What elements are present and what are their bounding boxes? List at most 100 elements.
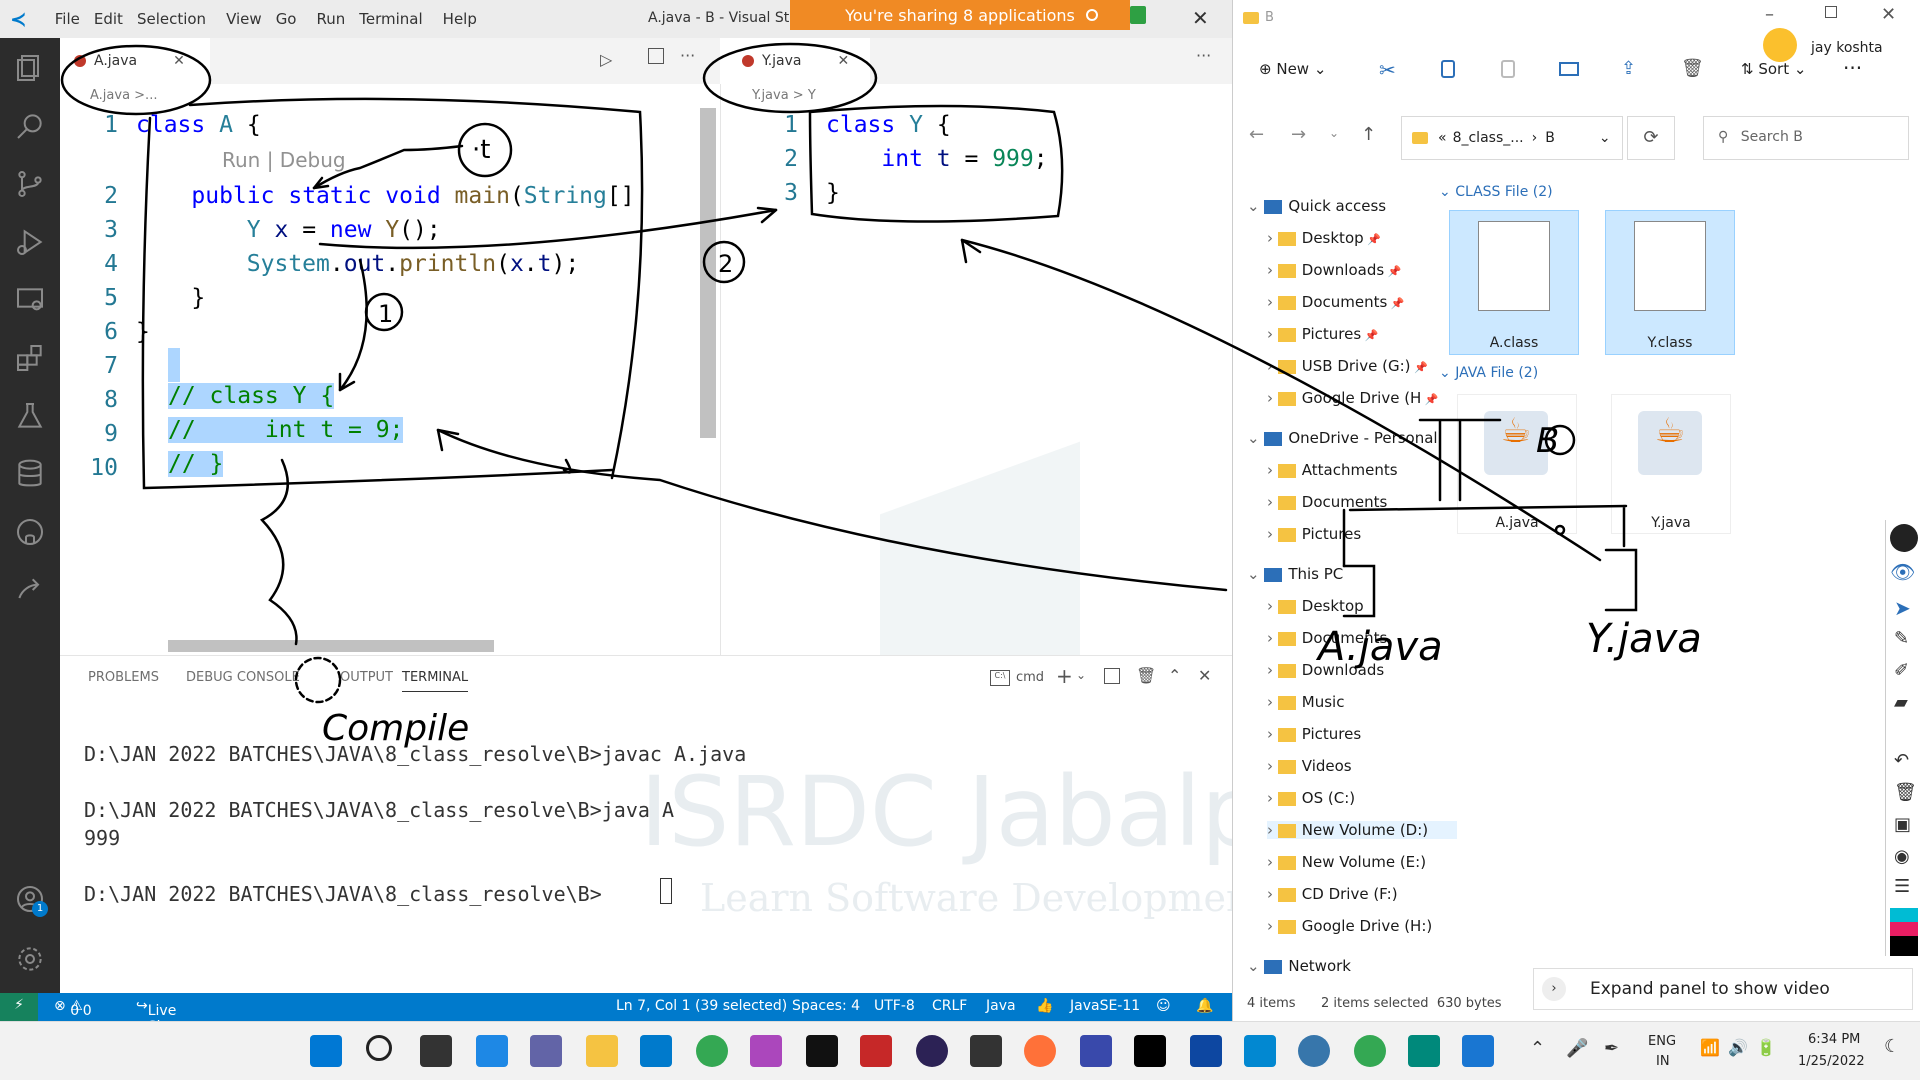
nav-item[interactable]: › Videos bbox=[1267, 757, 1352, 775]
nav-item[interactable]: › Pictures bbox=[1267, 525, 1361, 543]
menu-go[interactable]: Go bbox=[276, 10, 297, 28]
windows-start-icon[interactable] bbox=[310, 1035, 342, 1067]
chevron-right-icon[interactable]: › bbox=[1267, 789, 1278, 807]
copy-icon[interactable] bbox=[1441, 60, 1455, 78]
chevron-down-icon[interactable]: ⌄ bbox=[1247, 565, 1264, 583]
forward-arrow-icon[interactable]: → bbox=[1291, 124, 1306, 145]
refresh-button[interactable]: ⟳ bbox=[1627, 116, 1675, 160]
battery-icon[interactable]: 🔋 bbox=[1756, 1038, 1776, 1057]
testing-icon[interactable] bbox=[14, 400, 46, 432]
menu-help[interactable]: Help bbox=[443, 10, 477, 28]
share-icon[interactable]: ⇪ bbox=[1621, 58, 1636, 79]
microphone-icon[interactable]: 🎤 bbox=[1566, 1038, 1588, 1059]
highlighter-icon[interactable]: ✐ bbox=[1894, 660, 1909, 681]
terminal-shell-label[interactable]: cmd bbox=[1016, 670, 1044, 685]
thumbs-up-icon[interactable]: 👍 bbox=[1036, 998, 1053, 1014]
chevron-right-icon[interactable]: › bbox=[1267, 725, 1278, 743]
account-icon[interactable]: 1 bbox=[14, 883, 48, 917]
cursor-icon[interactable]: ➤ bbox=[1894, 596, 1911, 620]
maximize-panel-icon[interactable]: ⌃ bbox=[1168, 666, 1181, 685]
tab-terminal[interactable]: TERMINAL bbox=[402, 670, 469, 692]
pycharm-icon[interactable] bbox=[1134, 1035, 1166, 1067]
tab-problems[interactable]: PROBLEMS bbox=[88, 670, 159, 685]
search-icon[interactable] bbox=[14, 110, 46, 142]
new-button[interactable]: ⊕ New ⌄ bbox=[1259, 60, 1326, 78]
delete-icon[interactable]: 🗑 bbox=[1681, 58, 1704, 79]
close-tab-icon[interactable]: ✕ bbox=[838, 53, 850, 69]
address-bar[interactable]: « 8_class_... › B ⌄ bbox=[1401, 116, 1623, 160]
split-terminal-icon[interactable] bbox=[1104, 668, 1120, 684]
nav-item[interactable]: › Music bbox=[1267, 693, 1344, 711]
paste-icon[interactable] bbox=[1501, 60, 1515, 78]
pen-icon[interactable]: ✒ bbox=[1604, 1038, 1619, 1059]
color-cyan[interactable] bbox=[1890, 908, 1918, 922]
nav-item[interactable]: › Google Drive (H:) bbox=[1267, 917, 1432, 935]
chevron-right-icon[interactable]: › bbox=[1267, 293, 1278, 311]
nav-item[interactable]: › Pictures 📌 bbox=[1267, 325, 1378, 343]
pin-icon[interactable]: 📌 bbox=[1384, 265, 1402, 278]
clock-date[interactable]: 1/25/2022 bbox=[1798, 1054, 1865, 1069]
eclipse-icon[interactable] bbox=[916, 1035, 948, 1067]
language-label[interactable]: ENG bbox=[1648, 1034, 1676, 1049]
breadcrumb-right[interactable]: Y.java > Y bbox=[752, 88, 816, 103]
chevron-right-icon[interactable]: › bbox=[1267, 525, 1278, 543]
volume-icon[interactable]: 🔊 bbox=[1728, 1038, 1748, 1057]
file-item-y-class[interactable]: Y.class bbox=[1605, 210, 1735, 355]
nav-item[interactable]: › USB Drive (G:) 📌 bbox=[1267, 357, 1428, 375]
task-view-icon[interactable] bbox=[420, 1035, 452, 1067]
breadcrumb-left[interactable]: A.java >... bbox=[90, 88, 157, 103]
chevron-down-icon[interactable]: ⌄ bbox=[1076, 668, 1086, 682]
nav-item[interactable]: › Downloads bbox=[1267, 661, 1384, 679]
chevron-down-icon[interactable]: ⌄ bbox=[1247, 429, 1264, 447]
group-header-java[interactable]: ⌄ JAVA File (2) bbox=[1439, 365, 1538, 381]
remote-indicator-icon[interactable]: ⚡ bbox=[0, 993, 38, 1021]
menu-run[interactable]: Run bbox=[317, 10, 346, 28]
chevron-right-icon[interactable]: › bbox=[1267, 325, 1278, 343]
chevron-right-icon[interactable]: › bbox=[1267, 461, 1278, 479]
nav-item[interactable]: › Documents bbox=[1267, 629, 1387, 647]
run-debug-icon[interactable] bbox=[14, 226, 46, 258]
chevron-right-icon[interactable]: › bbox=[1267, 389, 1278, 407]
widgets-icon[interactable] bbox=[476, 1035, 508, 1067]
color-magenta[interactable] bbox=[1890, 922, 1918, 936]
chevron-right-icon[interactable]: › bbox=[1267, 757, 1278, 775]
cursor-position[interactable]: Ln 7, Col 1 (39 selected) bbox=[616, 998, 787, 1014]
nav-item[interactable]: › Attachments bbox=[1267, 461, 1398, 479]
java-runtime[interactable]: JavaSE-11 bbox=[1070, 998, 1140, 1014]
notes-icon[interactable]: ☰ bbox=[1894, 876, 1910, 897]
chevron-down-icon[interactable]: ⌄ bbox=[1599, 130, 1611, 146]
lightbulb-icon[interactable] bbox=[1890, 524, 1918, 552]
nav-item[interactable]: › CD Drive (F:) bbox=[1267, 885, 1398, 903]
close-tab-icon[interactable]: ✕ bbox=[173, 53, 185, 69]
camera-icon[interactable]: ◉ bbox=[1894, 846, 1910, 867]
chevron-right-icon[interactable]: › bbox=[1267, 597, 1278, 615]
chrome-icon[interactable] bbox=[696, 1035, 728, 1067]
line-ending[interactable]: CRLF bbox=[932, 998, 967, 1014]
menu-view[interactable]: View bbox=[226, 10, 262, 28]
clear-icon[interactable]: 🗑 bbox=[1894, 782, 1917, 803]
nav-item[interactable]: ⌄ Quick access bbox=[1247, 197, 1386, 215]
group-header-class[interactable]: ⌄ CLASS File (2) bbox=[1439, 184, 1553, 200]
photos-icon[interactable] bbox=[1462, 1035, 1494, 1067]
ruby-icon[interactable] bbox=[860, 1035, 892, 1067]
language-mode[interactable]: Java bbox=[986, 998, 1016, 1014]
chevron-right-icon[interactable]: › bbox=[1267, 261, 1278, 279]
settings-gear-icon[interactable] bbox=[14, 943, 46, 975]
chevron-right-icon[interactable]: › bbox=[1267, 917, 1278, 935]
up-arrow-icon[interactable]: ↑ bbox=[1361, 124, 1376, 145]
close-panel-icon[interactable]: ✕ bbox=[1198, 666, 1211, 685]
chevron-right-icon[interactable]: › bbox=[1267, 853, 1278, 871]
file-item-a-class[interactable]: A.class bbox=[1449, 210, 1579, 355]
rename-icon[interactable] bbox=[1559, 62, 1579, 76]
file-explorer-icon[interactable] bbox=[586, 1035, 618, 1067]
address-folder[interactable]: 8_class_... bbox=[1453, 130, 1524, 146]
nav-item[interactable]: › Documents bbox=[1267, 493, 1387, 511]
python-icon[interactable] bbox=[1298, 1035, 1330, 1067]
more-actions-icon[interactable]: ··· bbox=[680, 46, 695, 65]
wifi-icon[interactable]: 📶 bbox=[1700, 1038, 1720, 1057]
pin-icon[interactable]: 📌 bbox=[1364, 233, 1381, 246]
chevron-right-icon[interactable]: › bbox=[1267, 693, 1278, 711]
more-options-icon[interactable]: ··· bbox=[1843, 56, 1862, 80]
eraser-icon[interactable]: ▰ bbox=[1894, 692, 1908, 713]
tab-output[interactable]: OUTPUT bbox=[340, 670, 393, 685]
